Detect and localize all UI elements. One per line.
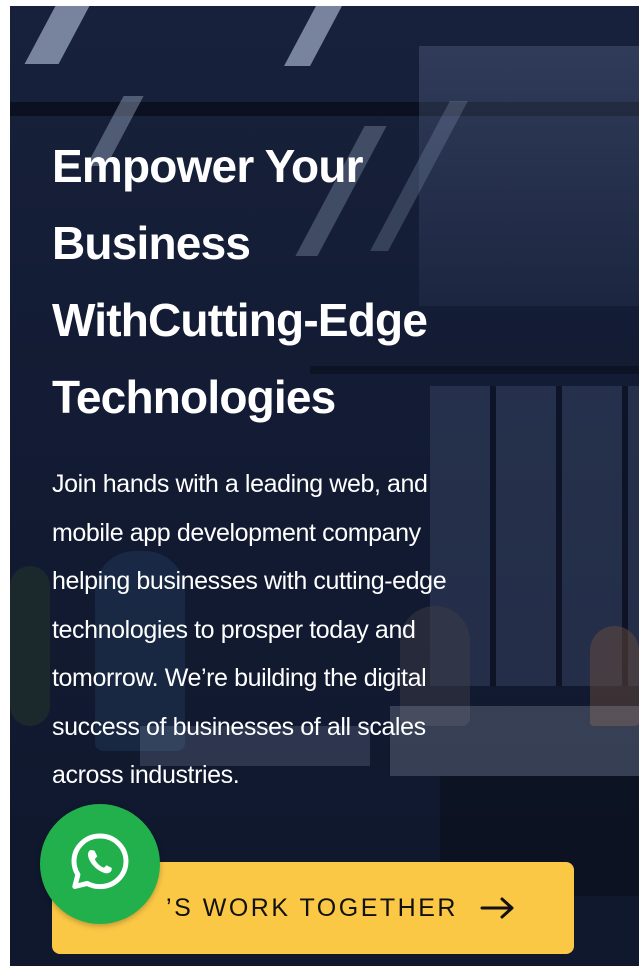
hero-description: Join hands with a leading web, and mobil… <box>52 460 572 800</box>
background-plant <box>10 566 50 726</box>
headline-line: Technologies <box>52 371 336 423</box>
hero-headline: Empower Your Business WithCutting-Edge T… <box>52 128 572 436</box>
description-line: Join hands with a leading web, and <box>52 470 428 498</box>
whatsapp-chat-button[interactable] <box>40 804 160 924</box>
description-line: across industries. <box>52 761 240 789</box>
cta-label: ’S WORK TOGETHER <box>166 893 458 922</box>
headline-line: Business <box>52 217 251 269</box>
whatsapp-icon <box>67 829 133 900</box>
description-line: tomorrow. We’re building the digital <box>52 664 427 692</box>
description-line: technologies to prosper today and <box>52 615 416 644</box>
background-person <box>590 626 639 726</box>
ceiling-light <box>284 6 342 66</box>
description-line: helping businesses with cutting-edge <box>52 567 447 595</box>
background-office-image <box>10 102 639 116</box>
arrow-right-icon <box>480 896 516 920</box>
headline-line: Empower Your <box>52 140 364 192</box>
description-line: mobile app development company <box>52 518 421 547</box>
ceiling-light <box>24 6 90 64</box>
description-line: success of businesses of all scales <box>52 712 426 741</box>
headline-line: WithCutting-Edge <box>52 294 428 346</box>
